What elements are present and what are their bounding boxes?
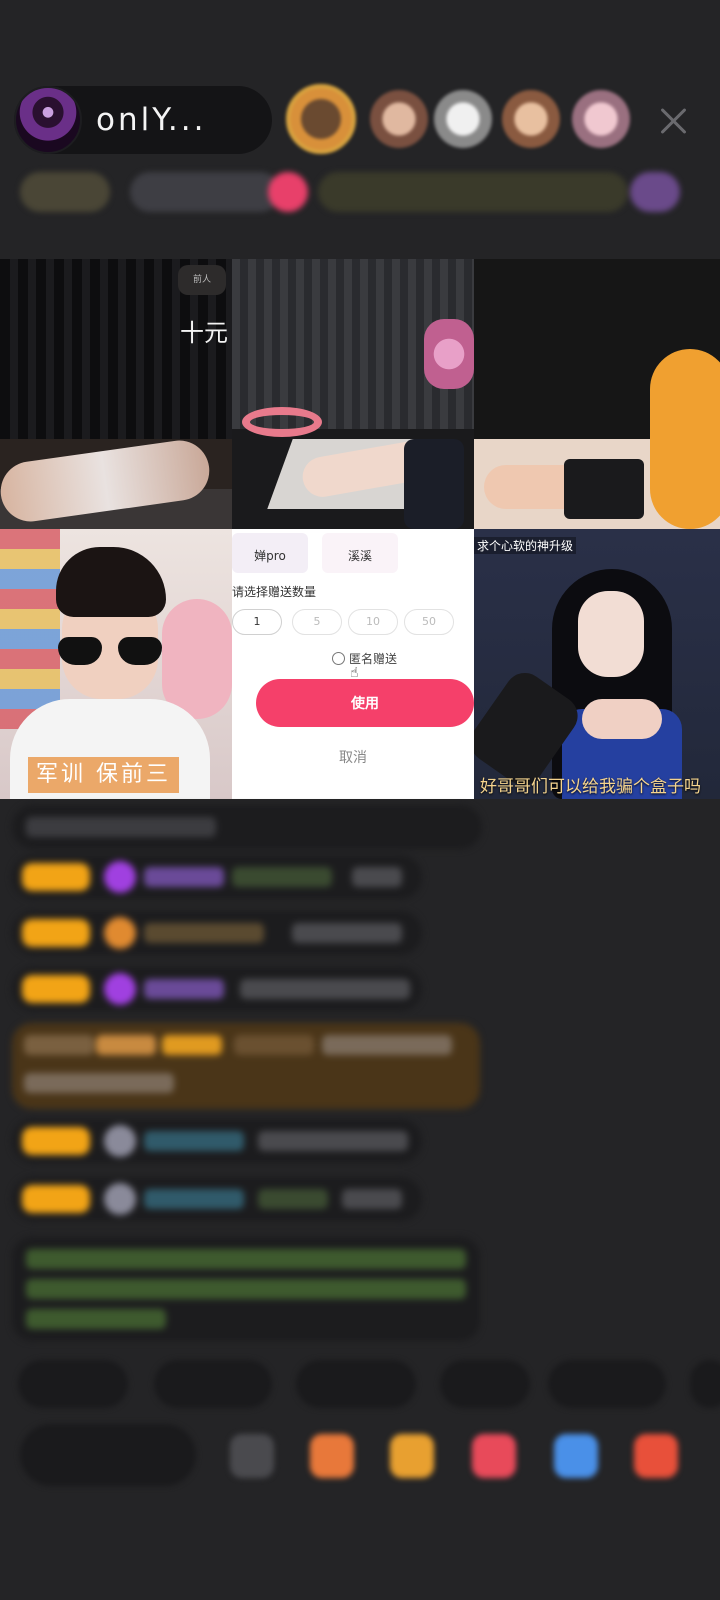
chat-system-notice [12, 1237, 480, 1341]
level-badge [22, 1185, 90, 1213]
viewer-avatar[interactable] [286, 84, 356, 154]
chat-message [12, 855, 422, 899]
level-badge [22, 863, 90, 891]
chat-message [12, 967, 422, 1011]
tile-prop [242, 407, 322, 437]
gift-send-panel: 婵pro 溪溪 请选择赠送数量 1 5 10 50 匿名赠送 ☝ 使用 取消 [232, 529, 474, 799]
tile-prop [162, 599, 232, 719]
chat-message [12, 805, 482, 849]
host-info-pill[interactable]: onlY... [14, 86, 272, 154]
close-icon[interactable] [656, 104, 690, 138]
live-tile-4[interactable]: 军训 保前三 [0, 529, 232, 799]
streamer-figure [582, 699, 662, 739]
live-tile-2[interactable] [232, 259, 474, 529]
viewer-avatar[interactable] [502, 90, 560, 148]
streamer-figure [578, 591, 644, 677]
avatar-icon [104, 1125, 136, 1157]
tile-prop [650, 349, 720, 529]
gem-icon [104, 861, 136, 893]
quick-reply-chip[interactable] [548, 1360, 666, 1408]
host-name: onlY... [96, 102, 207, 138]
chat-message [12, 1177, 422, 1221]
chat-message [12, 911, 422, 955]
rank-badges-row[interactable] [20, 170, 690, 216]
anonymous-gift-toggle[interactable]: 匿名赠送 [332, 650, 397, 667]
level-badge [22, 919, 90, 947]
host-avatar[interactable] [14, 86, 82, 154]
quick-reply-chip[interactable] [154, 1360, 272, 1408]
shopping-icon[interactable] [390, 1434, 434, 1478]
recipient-chip[interactable]: 溪溪 [322, 533, 398, 573]
level-badge [22, 1127, 90, 1155]
quick-reply-chip[interactable] [296, 1360, 416, 1408]
gift-icon[interactable] [634, 1434, 678, 1478]
tile-overlay-text: 十元 [180, 319, 228, 347]
chat-input-button[interactable] [20, 1424, 196, 1486]
top-viewers-list[interactable] [286, 84, 646, 154]
tile-prop [564, 459, 644, 519]
quick-reply-row[interactable] [18, 1360, 720, 1410]
tile-background [0, 529, 60, 729]
quantity-option[interactable]: 50 [404, 609, 454, 635]
chat-message [12, 1119, 422, 1163]
tile-prop [404, 439, 464, 529]
sunglasses [58, 637, 162, 665]
emoji-icon[interactable] [230, 1434, 274, 1478]
live-tile-6[interactable]: 求个心软的神升级 好哥哥们可以给我骗个盒子吗 [474, 529, 720, 799]
radio-icon[interactable] [332, 652, 345, 665]
live-tile-1[interactable]: 前人 十元 [0, 259, 232, 529]
viewer-avatar[interactable] [370, 90, 428, 148]
use-button[interactable]: 使用 [256, 679, 474, 727]
quick-reply-chip[interactable] [440, 1360, 530, 1408]
quantity-option[interactable]: 5 [292, 609, 342, 635]
quantity-option[interactable]: 10 [348, 609, 398, 635]
recipient-chip[interactable]: 婵pro [232, 533, 308, 573]
bottom-toolbar[interactable] [20, 1424, 720, 1488]
activity-icon[interactable] [472, 1434, 516, 1478]
tile-prop [424, 319, 474, 389]
quick-reply-chip[interactable] [690, 1360, 720, 1408]
gem-icon [104, 973, 136, 1005]
viewer-avatar[interactable] [572, 90, 630, 148]
quantity-label: 请选择赠送数量 [232, 585, 317, 599]
cancel-button[interactable]: 取消 [232, 747, 474, 767]
badge-icon [104, 917, 136, 949]
tile-caption: 好哥哥们可以给我骗个盒子吗 [480, 777, 701, 797]
tile-caption: 军训 保前三 [28, 757, 179, 793]
level-badge [22, 975, 90, 1003]
avatar-icon [104, 1183, 136, 1215]
chat-message-highlight [12, 1023, 480, 1109]
quick-reply-chip[interactable] [18, 1360, 128, 1408]
streamer-figure [56, 547, 166, 617]
quantity-option[interactable]: 1 [232, 609, 282, 635]
game-icon[interactable] [554, 1434, 598, 1478]
tile-top-caption: 求个心软的神升级 [474, 537, 577, 554]
tile-sticker: 前人 [178, 265, 226, 295]
viewer-avatar[interactable] [434, 90, 492, 148]
live-tile-3[interactable] [474, 259, 720, 529]
gift-box-icon[interactable] [310, 1434, 354, 1478]
